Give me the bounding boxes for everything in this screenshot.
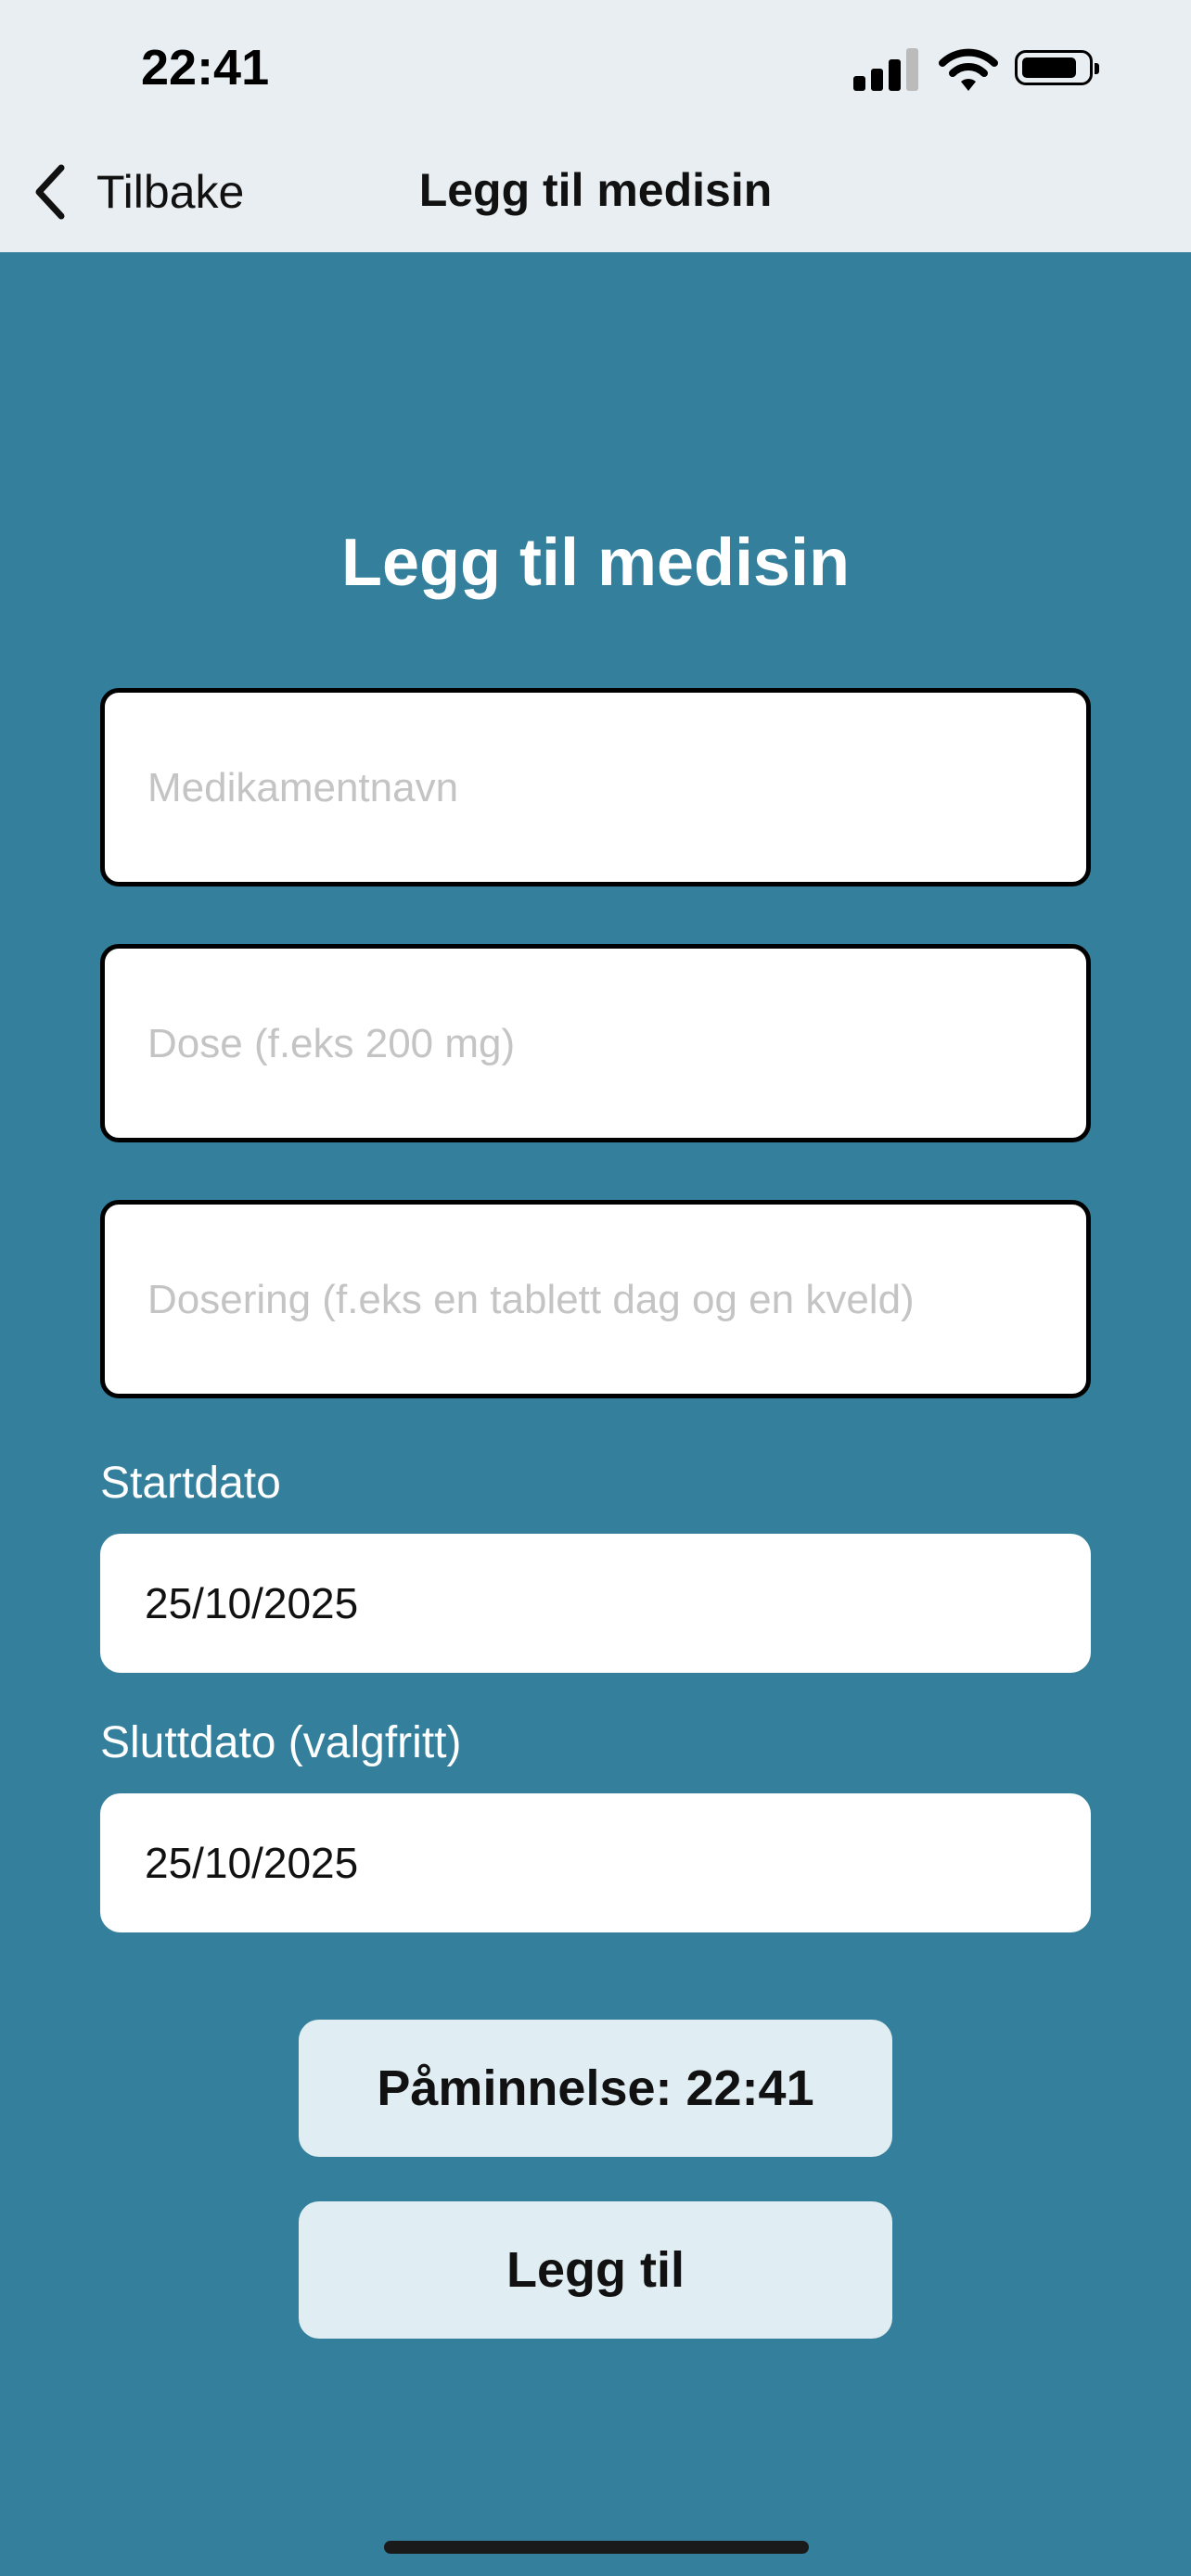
start-date-value: 25/10/2025 bbox=[145, 1579, 359, 1627]
status-time: 22:41 bbox=[141, 40, 270, 96]
medication-name-field[interactable] bbox=[100, 688, 1091, 886]
top-bar: 22:41 Tilbake Legg til medisin bbox=[0, 0, 1191, 252]
end-date-picker[interactable]: 25/10/2025 bbox=[100, 1793, 1091, 1932]
status-icons bbox=[853, 45, 1104, 100]
start-date-picker[interactable]: 25/10/2025 bbox=[100, 1534, 1091, 1673]
dose-input[interactable] bbox=[146, 949, 1049, 1140]
nav-title: Legg til medisin bbox=[418, 164, 773, 216]
battery-icon bbox=[1015, 50, 1099, 85]
form-heading: Legg til medisin bbox=[340, 526, 851, 600]
start-date-label: Startdato bbox=[100, 1459, 281, 1508]
medication-name-input[interactable] bbox=[146, 693, 1049, 884]
dosage-field[interactable] bbox=[100, 1200, 1091, 1398]
dosage-input[interactable] bbox=[146, 1205, 1049, 1396]
dose-field[interactable] bbox=[100, 944, 1091, 1142]
add-button[interactable]: Legg til bbox=[299, 2201, 892, 2339]
wifi-icon bbox=[939, 48, 998, 91]
cellular-signal-icon bbox=[853, 48, 918, 91]
reminder-button[interactable]: Påminnelse: 22:41 bbox=[299, 2020, 892, 2157]
end-date-label: Sluttdato (valgfritt) bbox=[100, 1718, 462, 1767]
end-date-value: 25/10/2025 bbox=[145, 1839, 359, 1887]
home-indicator[interactable] bbox=[384, 2541, 809, 2554]
